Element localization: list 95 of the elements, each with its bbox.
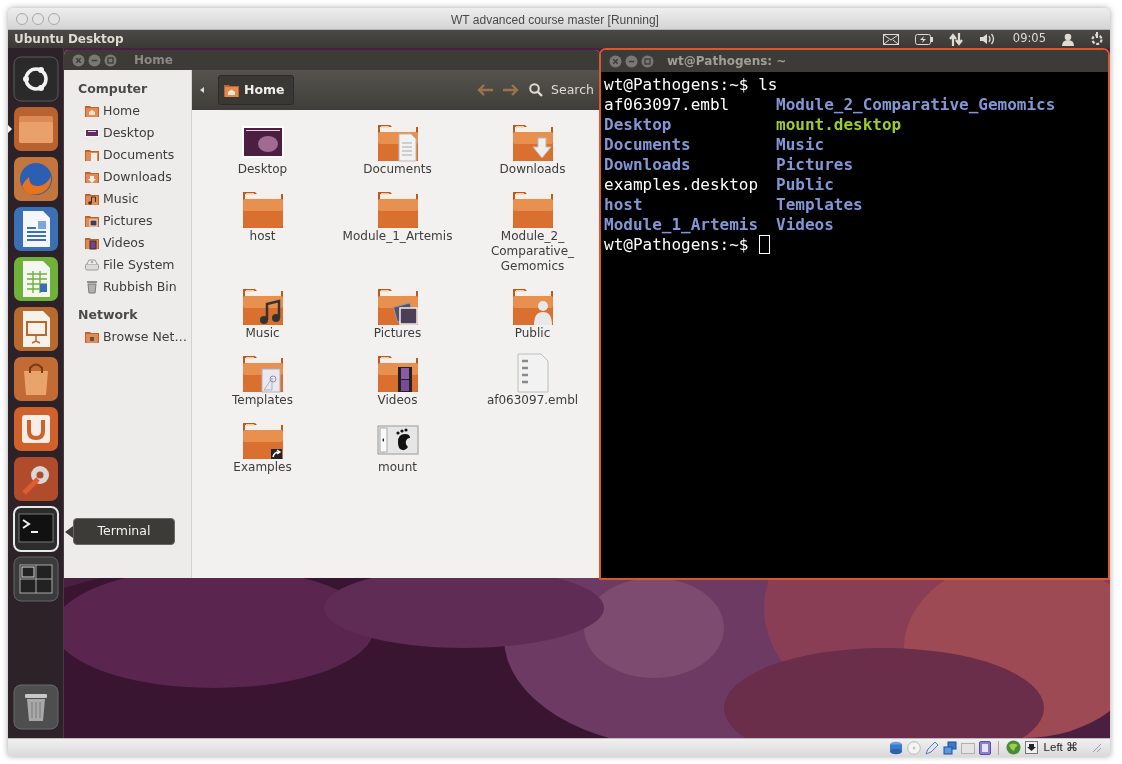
transfer-arrows-icon[interactable] [948, 32, 963, 46]
listing-entry: host [604, 195, 644, 215]
panel-title: Ubuntu Desktop [14, 31, 124, 48]
presentation-icon[interactable] [13, 306, 59, 352]
folder-shortcut-icon[interactable] [241, 420, 284, 460]
resize-grip-icon[interactable] [1092, 742, 1102, 753]
terminal-text: wt@Pathogens:~$ [604, 235, 749, 254]
listing-entry: af063097.embl [604, 95, 731, 115]
maximize-button[interactable] [104, 53, 117, 67]
file-label[interactable]: Pictures [373, 326, 422, 341]
file-label[interactable]: Videos [377, 393, 418, 408]
sidebar-item[interactable]: Downloads [103, 167, 172, 187]
folder-picture-icon[interactable] [376, 286, 419, 326]
sidebar-item[interactable]: Documents [103, 145, 175, 165]
file-label[interactable]: Templates [232, 393, 293, 408]
window-title: wt@Pathogens: ~ [667, 53, 787, 70]
listing-entry: Pictures [776, 155, 854, 175]
listing-entry: Templates [776, 195, 863, 215]
maximize-button[interactable] [641, 54, 654, 68]
settings-icon[interactable] [1090, 32, 1104, 46]
listing-entry: Downloads [604, 155, 692, 175]
battery-icon[interactable] [914, 33, 933, 45]
window-title: WT advanced course master [Running] [451, 12, 659, 27]
window-title: Home [134, 52, 173, 69]
tooltip-arrow [65, 525, 73, 538]
path-button[interactable]: Home [218, 75, 294, 105]
network-icon[interactable] [942, 740, 957, 755]
sidebar-item[interactable]: Music [103, 189, 139, 209]
search-button[interactable]: Search [529, 80, 594, 100]
folder-document-icon[interactable] [376, 122, 419, 162]
speaker-icon[interactable] [978, 33, 997, 45]
file-label[interactable]: af063097.embl [486, 393, 579, 408]
terminal-icon[interactable] [13, 506, 59, 552]
globe-icon[interactable] [13, 156, 59, 202]
wallpaper-icon [85, 126, 99, 140]
listing-entry: Documents [604, 135, 692, 155]
sidebar-item[interactable]: Videos [103, 233, 145, 253]
folder-film-icon[interactable] [376, 353, 419, 393]
wrench-icon[interactable] [13, 456, 59, 502]
minimize-button[interactable] [88, 53, 101, 67]
file-label[interactable]: Module_1_Artemis [342, 229, 453, 244]
file-label[interactable]: host [249, 229, 276, 244]
file-label[interactable]: Desktop [237, 162, 288, 177]
trash-icon[interactable] [13, 684, 59, 730]
close-button[interactable] [72, 53, 85, 67]
document-icon[interactable] [13, 206, 59, 252]
sidebar-item[interactable]: Pictures [103, 211, 153, 231]
sidebar-item[interactable]: Browse Net… [103, 327, 187, 347]
sidebar-item[interactable]: File System [103, 255, 175, 275]
listing-entry: Desktop [604, 115, 673, 135]
file-label[interactable]: Module_2_Comparative_Gemomics [469, 229, 596, 274]
search-icon [529, 83, 544, 97]
folder-template-icon[interactable] [241, 353, 284, 393]
person-icon[interactable] [1062, 32, 1074, 46]
folder-music-icon[interactable] [241, 286, 284, 326]
globe-icon[interactable] [1005, 740, 1021, 755]
file-label[interactable]: Examples [233, 460, 292, 475]
listing-entry: examples.desktop [604, 175, 760, 195]
sidebar-item[interactable]: Rubbish Bin [103, 277, 177, 297]
listing-entry: Module_1_Artemis [604, 215, 760, 235]
host-key-label: Left ⌘ [1043, 739, 1078, 755]
arrow-box-icon[interactable] [1024, 741, 1038, 754]
listing-entry: mount.desktop [776, 115, 902, 135]
file-label[interactable]: Music [245, 326, 280, 341]
trash-icon [85, 280, 99, 294]
section-heading: Computer [77, 79, 149, 98]
listing-entry: Module_2_Comparative_Gemomics [776, 95, 1056, 115]
file-label[interactable]: mount [378, 460, 417, 475]
chip-icon[interactable] [978, 740, 991, 755]
section-heading: Network [77, 305, 139, 324]
folder-person-icon[interactable] [511, 286, 554, 326]
pencil-icon[interactable] [924, 740, 939, 755]
close-button[interactable] [609, 54, 622, 68]
circle-logo-icon[interactable] [13, 56, 59, 102]
file-label[interactable]: Public [514, 326, 551, 341]
sidebar-item[interactable]: Home [103, 101, 140, 121]
file-label[interactable]: Downloads [499, 162, 566, 177]
file-label[interactable]: Documents [363, 162, 432, 177]
listing-entry: Videos [776, 215, 834, 235]
folder-download-icon[interactable] [511, 122, 554, 162]
hard-drive-icon [85, 258, 99, 272]
listing-entry: Public [776, 175, 834, 195]
listing-entry: Music [776, 135, 825, 155]
sidebar-item[interactable]: Desktop [103, 123, 155, 143]
envelope-icon[interactable] [882, 33, 899, 45]
u-shape-icon[interactable] [13, 406, 59, 452]
shopping-bag-icon[interactable] [13, 356, 59, 402]
workspace-grid-icon[interactable] [13, 556, 59, 602]
disk-icon[interactable] [888, 740, 903, 755]
caret-icon[interactable] [200, 87, 204, 93]
tooltip: Terminal [73, 518, 175, 545]
terminal-text: wt@Pathogens:~$ ls [604, 75, 778, 94]
spreadsheet-icon[interactable] [13, 256, 59, 302]
minimize-button[interactable] [625, 54, 638, 68]
clock[interactable]: 09:05 [1012, 30, 1046, 48]
